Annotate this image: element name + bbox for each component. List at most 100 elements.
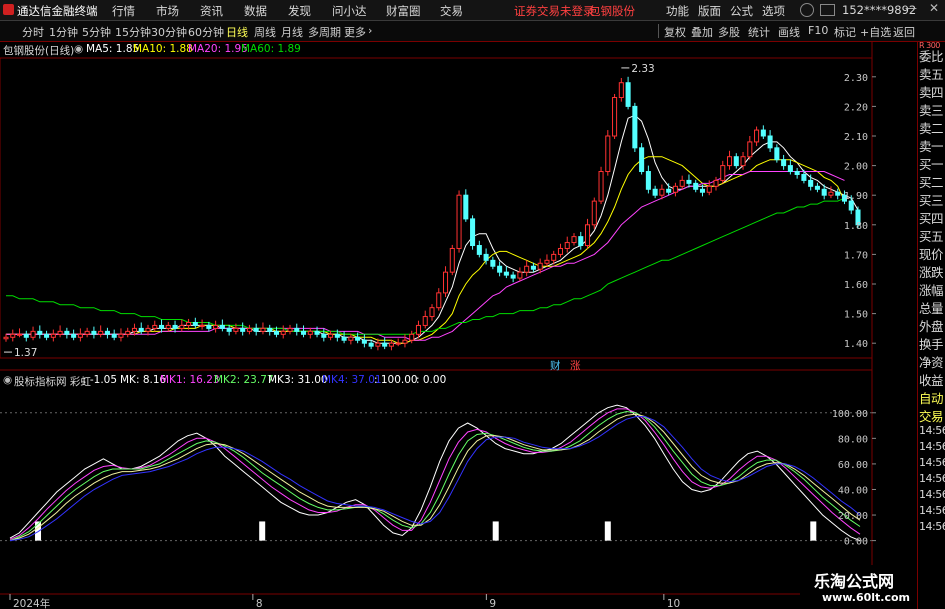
close-icon[interactable]: ✕: [929, 1, 939, 15]
menu-xuanxiang[interactable]: 选项: [762, 3, 785, 19]
candle-body: [666, 188, 672, 193]
btn-biaoji[interactable]: 标记: [834, 24, 856, 40]
btn-tongji[interactable]: 统计: [748, 24, 770, 40]
event-marker: 涨: [570, 360, 581, 372]
sidebar-item-turnover: 换手: [919, 337, 944, 352]
candle-body: [733, 156, 739, 167]
indicator-title[interactable]: 股标指标网 彩虹: [14, 374, 91, 389]
indicator-value-mk2: MK2: 23.77: [214, 374, 274, 386]
candle-body: [530, 265, 536, 270]
login-status[interactable]: 证券交易未登录: [514, 3, 595, 19]
candle-body: [497, 265, 503, 273]
candle-body: [260, 327, 266, 332]
tab-1min[interactable]: 1分钟: [49, 24, 78, 40]
user-icon[interactable]: [800, 3, 814, 17]
legend-ma20: MA20: 1.95: [188, 43, 248, 55]
candle-body: [314, 330, 320, 335]
menu-jiaoyi[interactable]: 交易: [440, 3, 463, 19]
tab-fenshi[interactable]: 分时: [22, 24, 44, 40]
menu-shichang[interactable]: 市场: [156, 3, 179, 19]
tab-monthly[interactable]: 月线: [281, 24, 303, 40]
sidebar-item-weibi: 委比: [919, 49, 944, 64]
btn-f10[interactable]: F10: [808, 24, 828, 37]
candle-body: [233, 327, 239, 332]
btn-add-favorite[interactable]: +自选: [860, 24, 891, 40]
candle-body: [625, 82, 631, 107]
menu-banmian[interactable]: 版面: [698, 3, 721, 19]
indicator-value-mk1: MK1: 16.23: [160, 374, 220, 386]
price-panel-frame: [0, 57, 873, 359]
sidebar-item-auto[interactable]: 自动: [919, 388, 944, 407]
btn-diejia[interactable]: 叠加: [691, 24, 713, 40]
menu-faxian[interactable]: 发现: [288, 3, 311, 19]
indicator-axis: 100.00 80.00 60.00 40.00 20.00 0.00: [832, 409, 876, 548]
candle-body: [503, 271, 509, 276]
tick-time: 14:56: [919, 504, 945, 517]
candle-body: [321, 333, 327, 338]
chevron-right-icon[interactable]: ›: [368, 24, 372, 37]
sidebar-item-buy3: 买三: [919, 193, 944, 208]
candle-body: [307, 330, 313, 335]
btn-back[interactable]: 返回: [893, 24, 915, 40]
candle-body: [490, 259, 496, 267]
candle-body: [726, 156, 733, 167]
menu-wenxiaoda[interactable]: 问小达: [332, 3, 367, 19]
menu-zixun[interactable]: 资讯: [200, 3, 223, 19]
tab-15min[interactable]: 15分钟: [115, 24, 151, 40]
candle-body: [273, 330, 280, 335]
indicator-value-100: : 100.00: [374, 374, 418, 386]
candle-body: [686, 179, 692, 184]
tab-more[interactable]: 更多: [344, 24, 366, 40]
menu-gongneng[interactable]: 功能: [666, 3, 689, 19]
right-sidebar: R 300 委比 卖五 卖四 卖三 卖二 卖一 买一 买二 买三 买四 买五 现…: [917, 42, 945, 609]
dropdown-icon[interactable]: ◉: [74, 43, 83, 55]
tab-daily[interactable]: 日线: [226, 24, 248, 40]
candle-body: [409, 333, 415, 341]
candle-body: [551, 253, 557, 261]
menu-caifuquan[interactable]: 财富圈: [386, 3, 421, 19]
app-logo-icon: [3, 4, 14, 15]
candle-body: [131, 327, 138, 332]
tab-multi-period[interactable]: 多周期: [308, 24, 341, 40]
indicator-tick-label: 0.00: [844, 537, 868, 548]
tab-30min[interactable]: 30分钟: [151, 24, 187, 40]
candle-body: [760, 129, 766, 137]
candle-body: [801, 173, 807, 181]
candle-body: [584, 224, 591, 247]
chart-area[interactable]: 2.30 2.20 2.10 2.00 1.90 1.80 1.70 1.60 1.50 1.40…: [0, 42, 917, 609]
btn-huaxian[interactable]: 画线: [778, 24, 800, 40]
candle-body: [179, 324, 185, 329]
candle-body: [77, 333, 83, 338]
menu-shuju[interactable]: 数据: [244, 3, 267, 19]
btn-fuquan[interactable]: 复权: [664, 24, 686, 40]
price-tick-label: 1.70: [844, 250, 868, 261]
price-candles[interactable]: [3, 76, 861, 351]
chart-title[interactable]: 包钢股份(日线): [3, 43, 74, 58]
price-grid: [0, 42, 873, 609]
candle-body: [213, 324, 219, 329]
candle-body: [240, 327, 246, 332]
tick-time: 14:56: [919, 456, 945, 469]
candle-body: [598, 171, 604, 202]
tab-5min[interactable]: 5分钟: [82, 24, 111, 40]
candle-body: [138, 327, 144, 332]
minimize-icon[interactable]: —: [905, 1, 917, 15]
sidebar-item-change: 涨跌: [919, 265, 944, 280]
candle-body: [23, 333, 29, 338]
legend-ma10: MA10: 1.88: [133, 43, 193, 55]
candle-body: [618, 82, 624, 99]
tab-60min[interactable]: 60分钟: [188, 24, 224, 40]
message-icon[interactable]: [820, 4, 835, 16]
candle-body: [125, 330, 131, 335]
menu-hangqing[interactable]: 行情: [112, 3, 135, 19]
indicator-value-0: : -1.05: [83, 374, 118, 386]
indicator-dropdown-icon[interactable]: ◉: [3, 374, 12, 386]
candle-body: [388, 342, 394, 347]
indicator-value-0b: : 0.00: [416, 374, 447, 386]
tab-weekly[interactable]: 周线: [254, 24, 276, 40]
btn-duogu[interactable]: 多股: [718, 24, 740, 40]
candle-body: [267, 327, 273, 332]
menu-gongshi[interactable]: 公式: [730, 3, 753, 19]
sidebar-item-trade[interactable]: 交易: [919, 406, 944, 425]
candle-body: [355, 336, 361, 341]
